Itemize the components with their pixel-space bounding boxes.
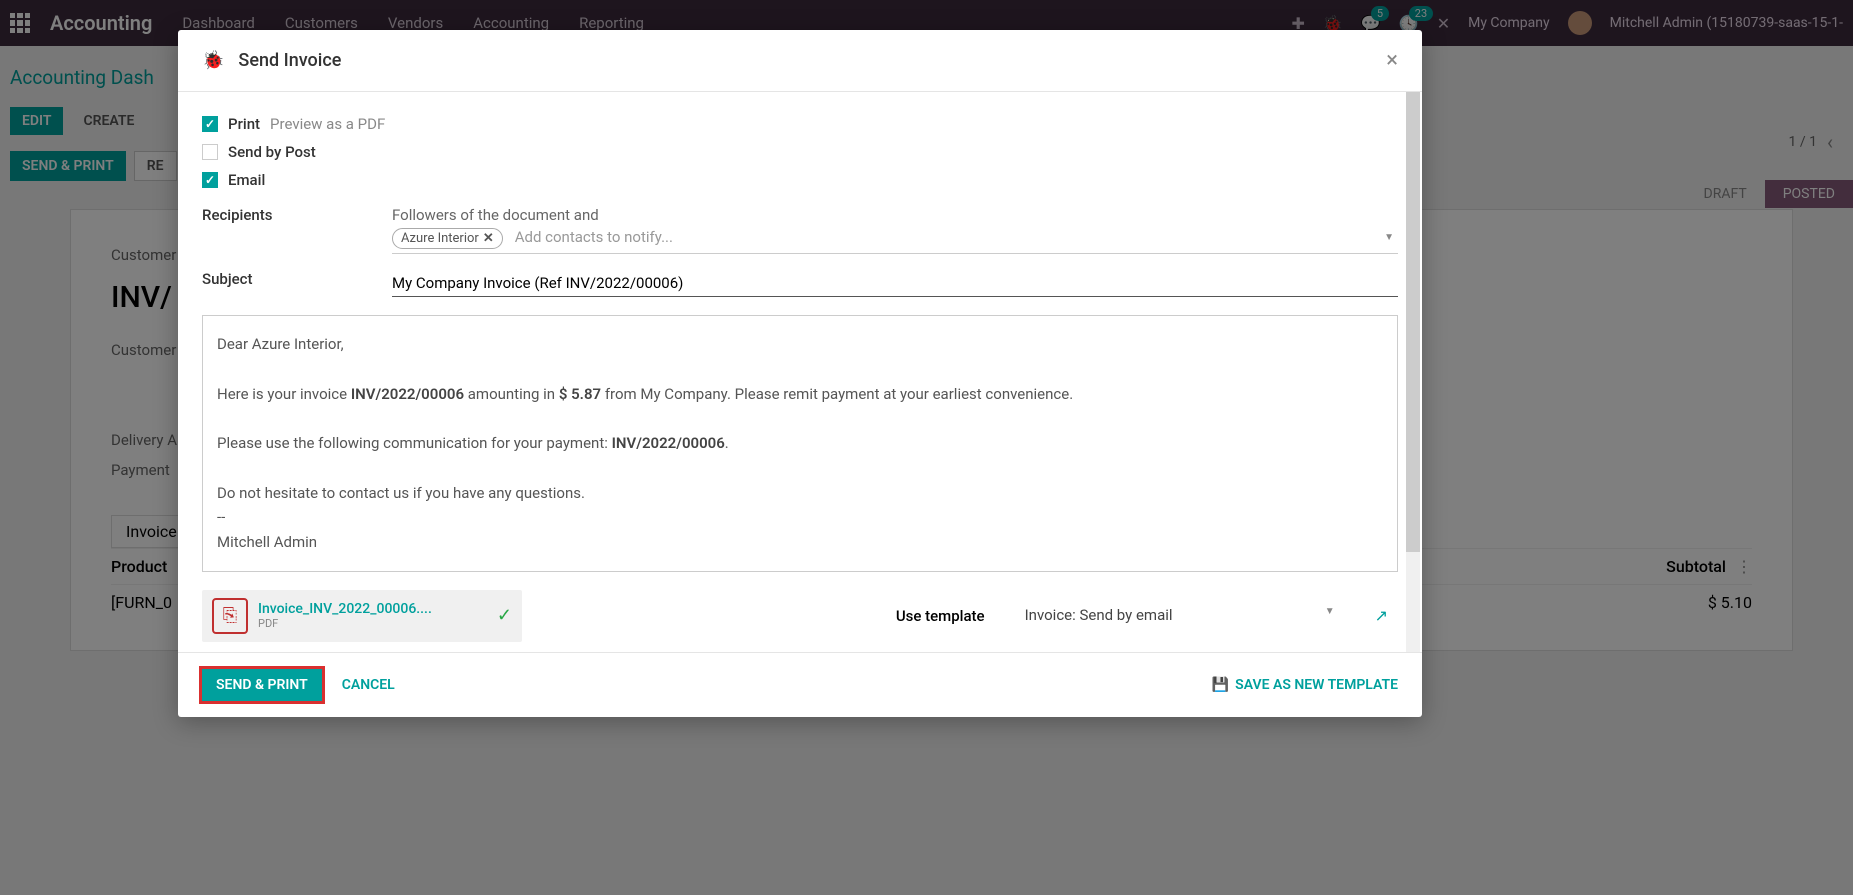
attachment-type: PDF xyxy=(258,617,432,630)
email-line-2: Please use the following communication f… xyxy=(217,431,1383,456)
add-contacts-placeholder: Add contacts to notify... xyxy=(515,228,673,246)
tag-remove-icon[interactable]: ✕ xyxy=(483,231,494,246)
followers-text: Followers of the document and xyxy=(392,206,1398,224)
recipients-label: Recipients xyxy=(202,206,392,254)
external-link-icon[interactable]: ↗ xyxy=(1375,606,1388,625)
email-checkbox[interactable] xyxy=(202,172,218,188)
send-by-post-checkbox[interactable] xyxy=(202,144,218,160)
email-body[interactable]: Dear Azure Interior, Here is your invoic… xyxy=(202,315,1398,572)
subject-input[interactable] xyxy=(392,270,1398,297)
close-icon[interactable]: × xyxy=(1386,48,1398,73)
print-hint: Preview as a PDF xyxy=(270,115,385,133)
email-line-1: Here is your invoice INV/2022/00006 amou… xyxy=(217,382,1383,407)
recipients-input[interactable]: Azure Interior ✕ Add contacts to notify.… xyxy=(392,224,1398,254)
print-label: Print xyxy=(228,115,260,133)
print-checkbox[interactable] xyxy=(202,116,218,132)
email-sig-sep: -- xyxy=(217,505,1383,530)
chevron-down-icon[interactable]: ▼ xyxy=(1325,606,1335,617)
recipient-tag: Azure Interior ✕ xyxy=(392,228,503,249)
email-line-3: Do not hesitate to contact us if you hav… xyxy=(217,481,1383,506)
check-icon: ✓ xyxy=(497,605,512,626)
scrollbar-thumb[interactable] xyxy=(1406,92,1420,552)
subject-label: Subject xyxy=(202,270,392,297)
pdf-icon: ⎘ xyxy=(212,598,248,634)
send-invoice-modal: 🐞 Send Invoice × Print Preview as a PDF … xyxy=(178,30,1422,717)
send-and-print-button[interactable]: SEND & PRINT xyxy=(202,669,322,701)
attachment[interactable]: ⎘ Invoice_INV_2022_00006.... PDF ✓ xyxy=(202,590,522,642)
email-label: Email xyxy=(228,171,265,189)
cancel-button[interactable]: CANCEL xyxy=(342,677,395,693)
debug-icon[interactable]: 🐞 xyxy=(202,50,224,71)
template-select[interactable]: Invoice: Send by email ▼ xyxy=(1025,602,1335,629)
save-as-template-button[interactable]: 💾 SAVE AS NEW TEMPLATE xyxy=(1212,677,1398,693)
email-sig-name: Mitchell Admin xyxy=(217,530,1383,555)
chevron-down-icon[interactable]: ▼ xyxy=(1384,232,1394,243)
save-icon: 💾 xyxy=(1212,677,1229,693)
modal-title: Send Invoice xyxy=(238,50,1386,71)
attachment-name: Invoice_INV_2022_00006.... xyxy=(258,601,432,617)
recipient-tag-label: Azure Interior xyxy=(401,231,479,246)
email-greeting: Dear Azure Interior, xyxy=(217,332,1383,357)
send-by-post-label: Send by Post xyxy=(228,143,316,161)
use-template-label: Use template xyxy=(896,607,985,625)
